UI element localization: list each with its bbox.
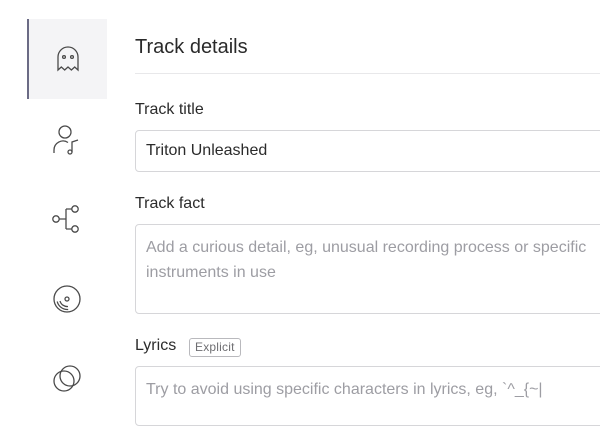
sidebar-item-splits[interactable]	[27, 179, 107, 259]
ghost-icon	[57, 46, 79, 72]
sidebar-item-credits[interactable]	[27, 339, 107, 419]
track-title-label: Track title	[135, 101, 204, 118]
overlap-circles-icon	[53, 365, 81, 392]
sidebar	[27, 19, 107, 409]
sidebar-item-track-details[interactable]	[27, 19, 107, 99]
lyrics-textarea[interactable]	[135, 366, 600, 426]
track-title-input[interactable]: Triton Unleashed	[135, 130, 600, 172]
share-nodes-icon	[52, 205, 79, 233]
track-fact-label: Track fact	[135, 195, 205, 212]
page-title: Track details	[135, 36, 248, 58]
title-divider	[135, 73, 600, 74]
sidebar-item-release[interactable]	[27, 259, 107, 339]
sidebar-item-artists[interactable]	[27, 99, 107, 179]
explicit-badge: Explicit	[189, 338, 241, 357]
track-fact-textarea[interactable]	[135, 224, 600, 314]
disc-icon	[53, 285, 81, 313]
lyrics-label: Lyrics	[135, 337, 177, 354]
track-details-panel: Track details Track title Triton Unleash…	[135, 0, 600, 426]
user-music-icon	[53, 125, 79, 155]
